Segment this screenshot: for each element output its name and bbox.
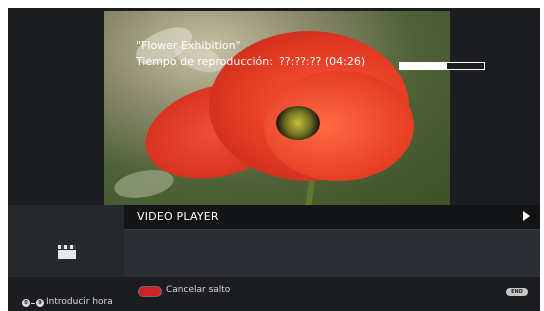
- key-0-icon: 0: [22, 299, 30, 307]
- player-header: VIDEO PLAYER: [124, 205, 540, 230]
- media-type-area: [8, 205, 124, 277]
- poppy-center: [276, 106, 320, 140]
- clapperboard-icon: [58, 245, 76, 259]
- progress-fill: [400, 63, 448, 69]
- item-title: "Flower Exhibition": [136, 39, 241, 52]
- progress-bar: [399, 62, 485, 70]
- end-key-icon[interactable]: END: [506, 288, 528, 296]
- playback-time-label: Tiempo de reproducción:: [136, 55, 273, 68]
- red-button-icon[interactable]: [139, 287, 161, 296]
- key-9-icon: 9: [36, 299, 44, 307]
- cancel-jump-label: Cancelar salto: [166, 285, 231, 295]
- playback-time-value: ??:??:?? (04:26): [278, 55, 366, 68]
- number-keys-icon[interactable]: 0 9: [22, 299, 44, 307]
- footer-bar: Cancelar salto END 0 9 Introducir hora: [8, 277, 540, 311]
- player-title: VIDEO PLAYER: [137, 210, 219, 223]
- enter-time-label: Introducir hora: [46, 297, 113, 307]
- info-panel: VIDEO PLAYER: [8, 205, 540, 277]
- play-icon[interactable]: [523, 211, 530, 221]
- tv-screen: VIDEO PLAYER "Flower Exhibition" Tiempo …: [8, 8, 540, 311]
- playback-info: "Flower Exhibition" Tiempo de reproducci…: [136, 38, 365, 70]
